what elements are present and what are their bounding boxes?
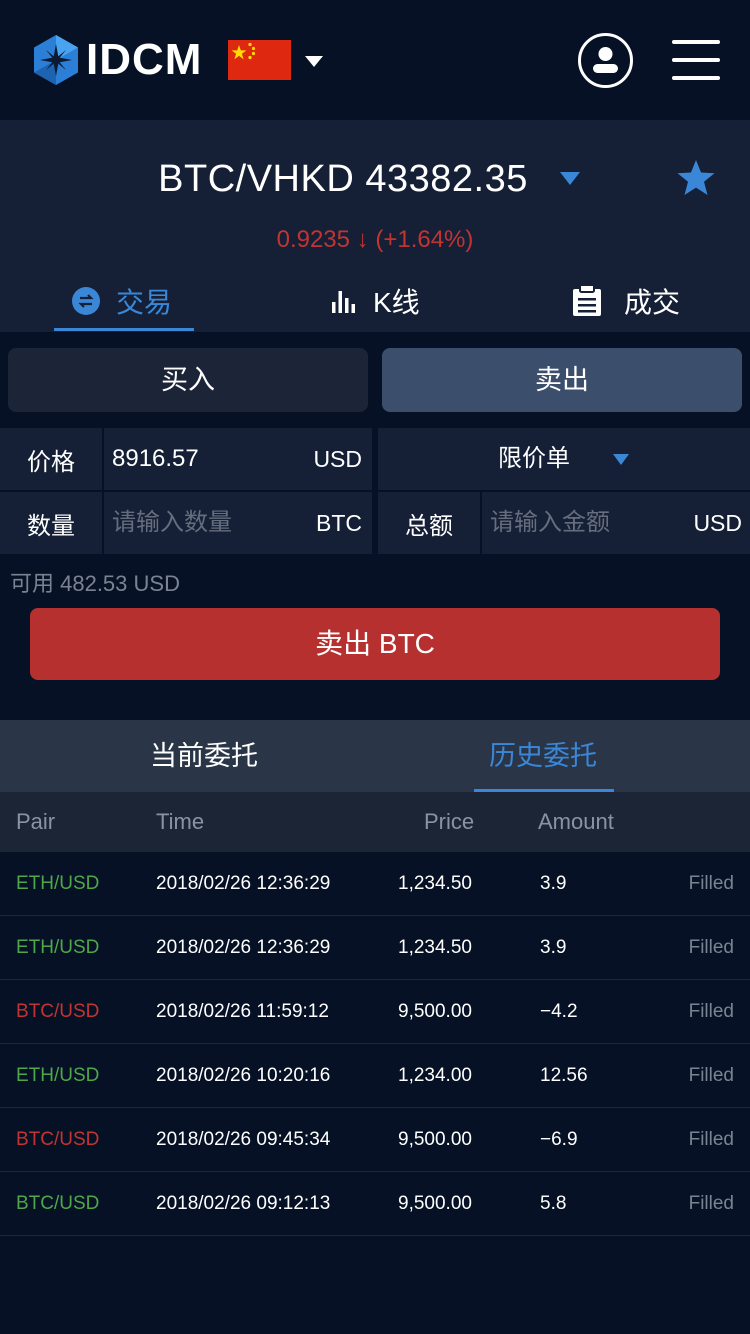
bar-chart-icon — [332, 291, 355, 313]
price-label: 价格 — [0, 428, 102, 490]
row-amount: −6.9 — [540, 1129, 578, 1150]
row-status: Filled — [688, 1193, 734, 1214]
row-pair: BTC/USD — [16, 1001, 100, 1022]
idcm-logo-icon — [34, 35, 78, 85]
buy-button[interactable]: 买入 — [8, 348, 368, 412]
orders-table-header: Pair Time Price Amount — [0, 792, 750, 852]
row-time: 2018/02/26 10:20:16 — [156, 1065, 331, 1086]
quantity-label: 数量 — [0, 492, 102, 554]
pair-price-title[interactable]: BTC/VHKD 43382.35 — [0, 158, 686, 201]
row-time: 2018/02/26 09:12:13 — [156, 1193, 331, 1214]
row-pair: ETH/USD — [16, 1065, 100, 1086]
sell-button[interactable]: 卖出 — [382, 348, 742, 412]
logo-text: IDCM — [86, 35, 203, 84]
row-status: Filled — [688, 873, 734, 894]
price-unit: USD — [313, 446, 362, 472]
row-time: 2018/02/26 12:36:29 — [156, 937, 331, 958]
row-price: 9,500.00 — [398, 1001, 472, 1022]
active-tab-indicator — [54, 328, 194, 331]
quantity-unit: BTC — [316, 510, 362, 536]
table-row[interactable]: BTC/USD 2018/02/26 11:59:12 9,500.00 −4.… — [0, 980, 750, 1044]
ticker-panel: BTC/VHKD 43382.35 0.9235 ↓ (+1.64%) 交易 K… — [0, 120, 750, 332]
row-price: 9,500.00 — [398, 1129, 472, 1150]
orders-table-body: ETH/USD 2018/02/26 12:36:29 1,234.50 3.9… — [0, 852, 750, 1236]
total-unit: USD — [693, 510, 742, 536]
column-price: Price — [424, 809, 475, 834]
china-flag-icon[interactable] — [228, 40, 291, 80]
row-time: 2018/02/26 09:45:34 — [156, 1129, 331, 1150]
language-caret-icon[interactable] — [305, 56, 323, 67]
row-amount: 3.9 — [540, 873, 567, 894]
column-pair: Pair — [16, 809, 56, 834]
menu-button[interactable] — [672, 40, 720, 80]
order-tabs: 当前委托 历史委托 — [0, 720, 750, 792]
column-time: Time — [156, 809, 205, 834]
main-tabs: 交易 K线 成交 — [0, 270, 750, 332]
favorite-star-icon[interactable] — [676, 158, 716, 198]
row-pair: BTC/USD — [16, 1193, 100, 1214]
table-row[interactable]: BTC/USD 2018/02/26 09:12:13 9,500.00 5.8… — [0, 1172, 750, 1236]
total-placeholder: 请输入金额 — [490, 509, 610, 536]
column-amount: Amount — [538, 809, 614, 834]
row-price: 1,234.50 — [398, 937, 472, 958]
tab-history-orders[interactable]: 历史委托 — [489, 720, 597, 792]
hamburger-line-icon — [672, 58, 720, 62]
table-row[interactable]: BTC/USD 2018/02/26 09:45:34 9,500.00 −6.… — [0, 1108, 750, 1172]
row-time: 2018/02/26 12:36:29 — [156, 873, 331, 894]
row-amount: 5.8 — [540, 1193, 567, 1214]
user-account-button[interactable] — [578, 33, 633, 88]
row-status: Filled — [688, 1129, 734, 1150]
order-type-value: 限价单 — [498, 445, 570, 472]
sell-btc-submit-button[interactable]: 卖出 BTC — [30, 608, 720, 680]
pair-dropdown-icon[interactable] — [560, 172, 580, 185]
row-amount: 12.56 — [540, 1065, 588, 1086]
total-input[interactable]: 请输入金额 USD — [482, 492, 750, 554]
price-change: 0.9235 ↓ (+1.64%) — [276, 226, 474, 253]
hamburger-line-icon — [672, 76, 720, 80]
row-price: 9,500.00 — [398, 1193, 472, 1214]
exchange-icon — [72, 287, 100, 315]
hamburger-line-icon — [672, 40, 720, 44]
row-price: 1,234.00 — [398, 1065, 472, 1086]
row-pair: BTC/USD — [16, 1129, 100, 1150]
row-status: Filled — [688, 1065, 734, 1086]
table-row[interactable]: ETH/USD 2018/02/26 10:20:16 1,234.00 12.… — [0, 1044, 750, 1108]
row-pair: ETH/USD — [16, 873, 100, 894]
price-value: 8916.57 — [112, 445, 199, 472]
quantity-placeholder: 请输入数量 — [112, 509, 232, 536]
row-amount: 3.9 — [540, 937, 567, 958]
row-amount: −4.2 — [540, 1001, 578, 1022]
price-input[interactable]: 8916.57 USD — [104, 428, 372, 490]
row-pair: ETH/USD — [16, 937, 100, 958]
table-row[interactable]: ETH/USD 2018/02/26 12:36:29 1,234.50 3.9… — [0, 852, 750, 916]
total-label: 总额 — [378, 492, 480, 554]
row-time: 2018/02/26 11:59:12 — [156, 1001, 329, 1022]
user-icon — [593, 47, 618, 73]
tab-deals-label: 成交 — [624, 287, 681, 318]
tab-current-orders[interactable]: 当前委托 — [150, 720, 258, 792]
tab-deals[interactable]: 成交 — [572, 270, 680, 332]
app-header: IDCM — [0, 0, 750, 120]
tab-kline-label: K线 — [373, 287, 420, 318]
row-price: 1,234.50 — [398, 873, 472, 894]
order-type-caret-icon — [613, 454, 629, 465]
order-type-select[interactable]: 限价单 — [378, 428, 750, 490]
available-balance: 可用 482.53 USD — [10, 571, 180, 596]
tab-kline[interactable]: K线 — [331, 270, 420, 332]
quantity-input[interactable]: 请输入数量 BTC — [104, 492, 372, 554]
clipboard-icon — [573, 285, 601, 316]
tab-trade-label: 交易 — [116, 287, 173, 318]
logo[interactable]: IDCM — [32, 34, 202, 86]
tab-trade[interactable]: 交易 — [72, 270, 172, 332]
row-status: Filled — [688, 1001, 734, 1022]
row-status: Filled — [688, 937, 734, 958]
table-row[interactable]: ETH/USD 2018/02/26 12:36:29 1,234.50 3.9… — [0, 916, 750, 980]
